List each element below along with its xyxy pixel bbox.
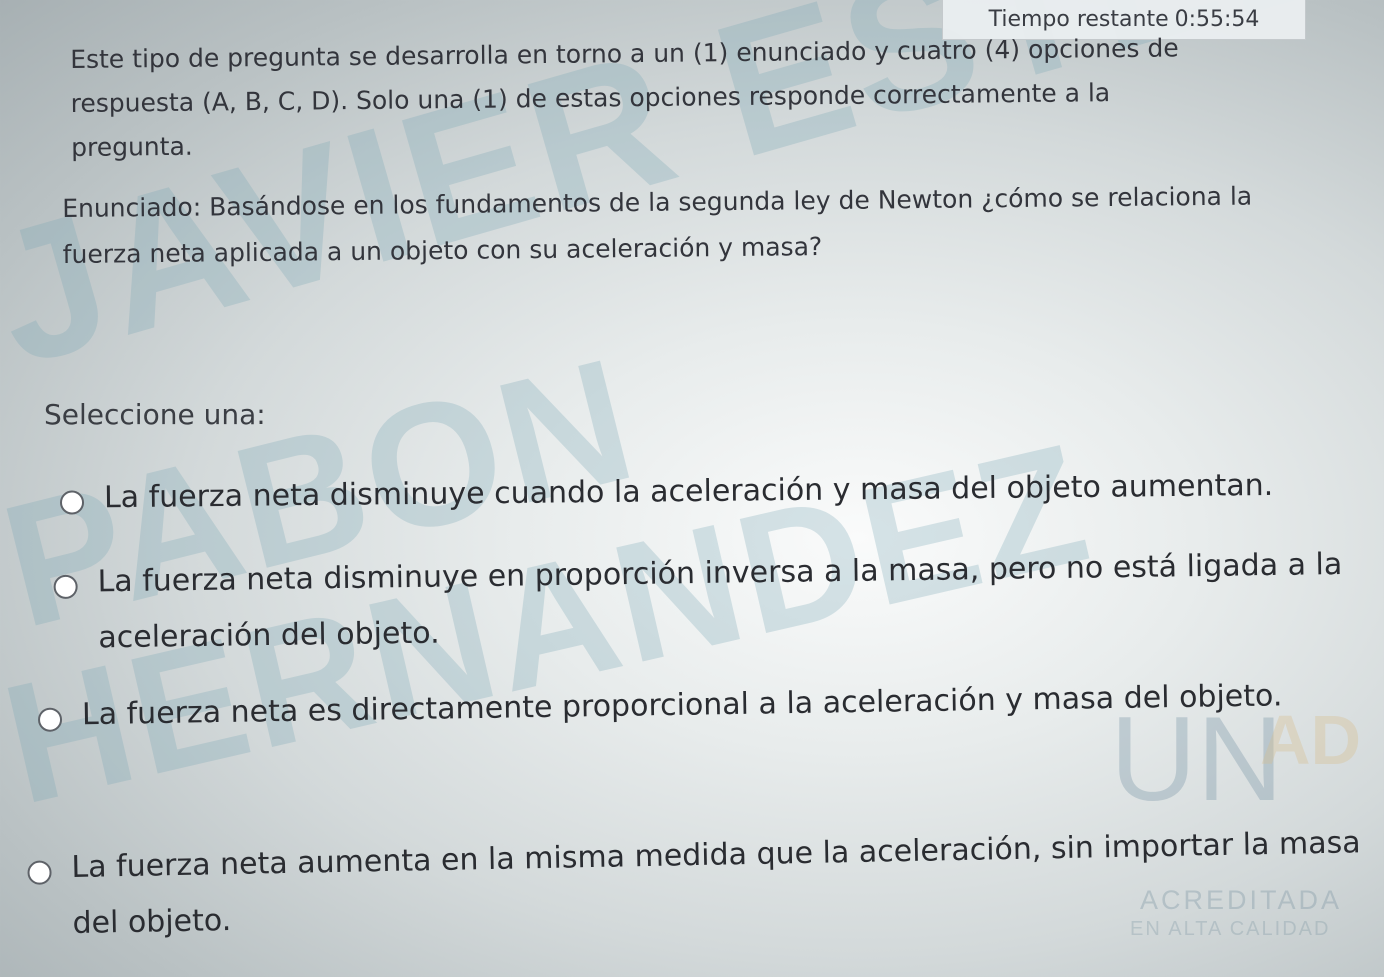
radio-button-c[interactable]	[37, 707, 63, 732]
radio-button-a[interactable]	[59, 490, 85, 515]
question-instructions: Este tipo de pregunta se desarrolla en t…	[70, 33, 1179, 162]
question-statement: Enunciado: Basándose en los fundamentos …	[62, 181, 1253, 269]
answer-option-a-text: La fuerza neta disminuye cuando la acele…	[103, 467, 1274, 516]
answer-option-a[interactable]: La fuerza neta disminuye cuando la acele…	[59, 468, 1330, 526]
answer-option-d[interactable]: La fuerza neta aumenta en la misma medid…	[27, 825, 1369, 953]
answer-option-b[interactable]: La fuerza neta disminuye en proporción i…	[53, 547, 1344, 667]
answer-option-d-text: La fuerza neta aumenta en la misma medid…	[71, 825, 1361, 942]
select-one-label: Seleccione una:	[44, 398, 266, 431]
answer-option-b-text: La fuerza neta disminuye en proporción i…	[97, 547, 1343, 656]
radio-button-b[interactable]	[53, 574, 78, 600]
answer-option-c-text: La fuerza neta es directamente proporcio…	[81, 678, 1283, 733]
answer-option-c[interactable]: La fuerza neta es directamente proporcio…	[37, 678, 1299, 744]
radio-button-d[interactable]	[27, 860, 52, 885]
